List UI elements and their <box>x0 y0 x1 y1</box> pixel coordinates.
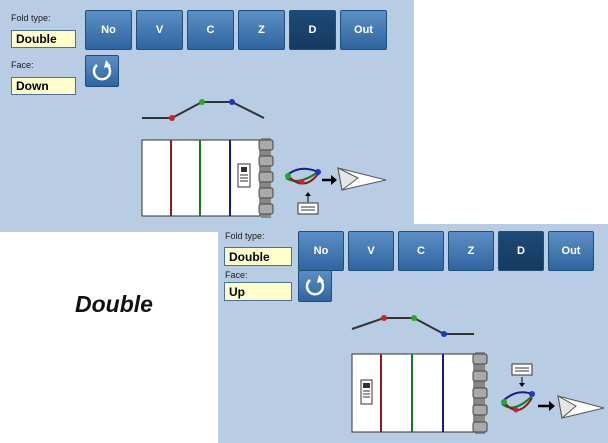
envelope-icon <box>337 167 387 191</box>
fold-point-green <box>199 99 205 105</box>
envelope-icon <box>557 395 605 419</box>
fold-caption: Double <box>75 291 153 317</box>
fold-settings-panel-face-down: Fold type: Double Face: Down No V C Z D … <box>0 0 414 232</box>
rotate-icon <box>92 60 112 81</box>
fold-type-field[interactable]: Double <box>11 30 76 48</box>
face-label: Face: <box>225 270 248 280</box>
fold-c-button[interactable]: C <box>398 231 444 271</box>
arrow-right-icon <box>322 175 337 185</box>
rotate-button[interactable] <box>85 55 119 87</box>
fold-c-button[interactable]: C <box>187 10 234 50</box>
roller-icon <box>472 352 488 434</box>
sheet-diagram <box>351 352 488 434</box>
address-label-icon <box>360 379 373 405</box>
fold-no-button[interactable]: No <box>85 10 132 50</box>
fold-point-red <box>381 315 387 321</box>
arrow-right-icon <box>538 401 555 411</box>
fold-type-field[interactable]: Double <box>224 247 292 266</box>
fold-z-button[interactable]: Z <box>448 231 494 271</box>
address-label-icon <box>237 163 251 188</box>
fold-z-button[interactable]: Z <box>238 10 285 50</box>
rotate-button[interactable] <box>298 270 332 302</box>
small-label-icon <box>297 202 319 215</box>
arrow-down-icon <box>519 377 525 387</box>
roller-icon <box>258 138 274 218</box>
fold-d-button[interactable]: D <box>289 10 336 50</box>
fold-profile-diagram <box>142 99 265 121</box>
fold-point-green <box>411 315 417 321</box>
output-button[interactable]: Out <box>548 231 594 271</box>
arrow-up-icon <box>305 192 311 202</box>
fold-profile-diagram <box>351 315 474 337</box>
small-label-icon <box>511 363 533 376</box>
fold-d-button[interactable]: D <box>498 231 544 271</box>
face-label: Face: <box>11 60 34 70</box>
folded-output-diagram <box>501 363 605 419</box>
sheet-diagram <box>141 138 274 218</box>
rotate-icon <box>305 275 325 296</box>
fold-v-button[interactable]: V <box>348 231 394 271</box>
face-field[interactable]: Down <box>11 77 76 95</box>
output-button[interactable]: Out <box>340 10 387 50</box>
fold-point-blue <box>229 99 235 105</box>
fold-point-red <box>169 115 175 121</box>
fold-settings-panel-face-up: Fold type: Double Face: Up No V C Z D Ou… <box>218 224 608 443</box>
fold-point-blue <box>441 331 447 337</box>
face-field[interactable]: Up <box>224 282 292 301</box>
folded-output-diagram <box>285 167 387 215</box>
fold-no-button[interactable]: No <box>298 231 344 271</box>
fold-type-label: Fold type: <box>225 231 265 241</box>
fold-v-button[interactable]: V <box>136 10 183 50</box>
fold-type-label: Fold type: <box>11 13 51 23</box>
